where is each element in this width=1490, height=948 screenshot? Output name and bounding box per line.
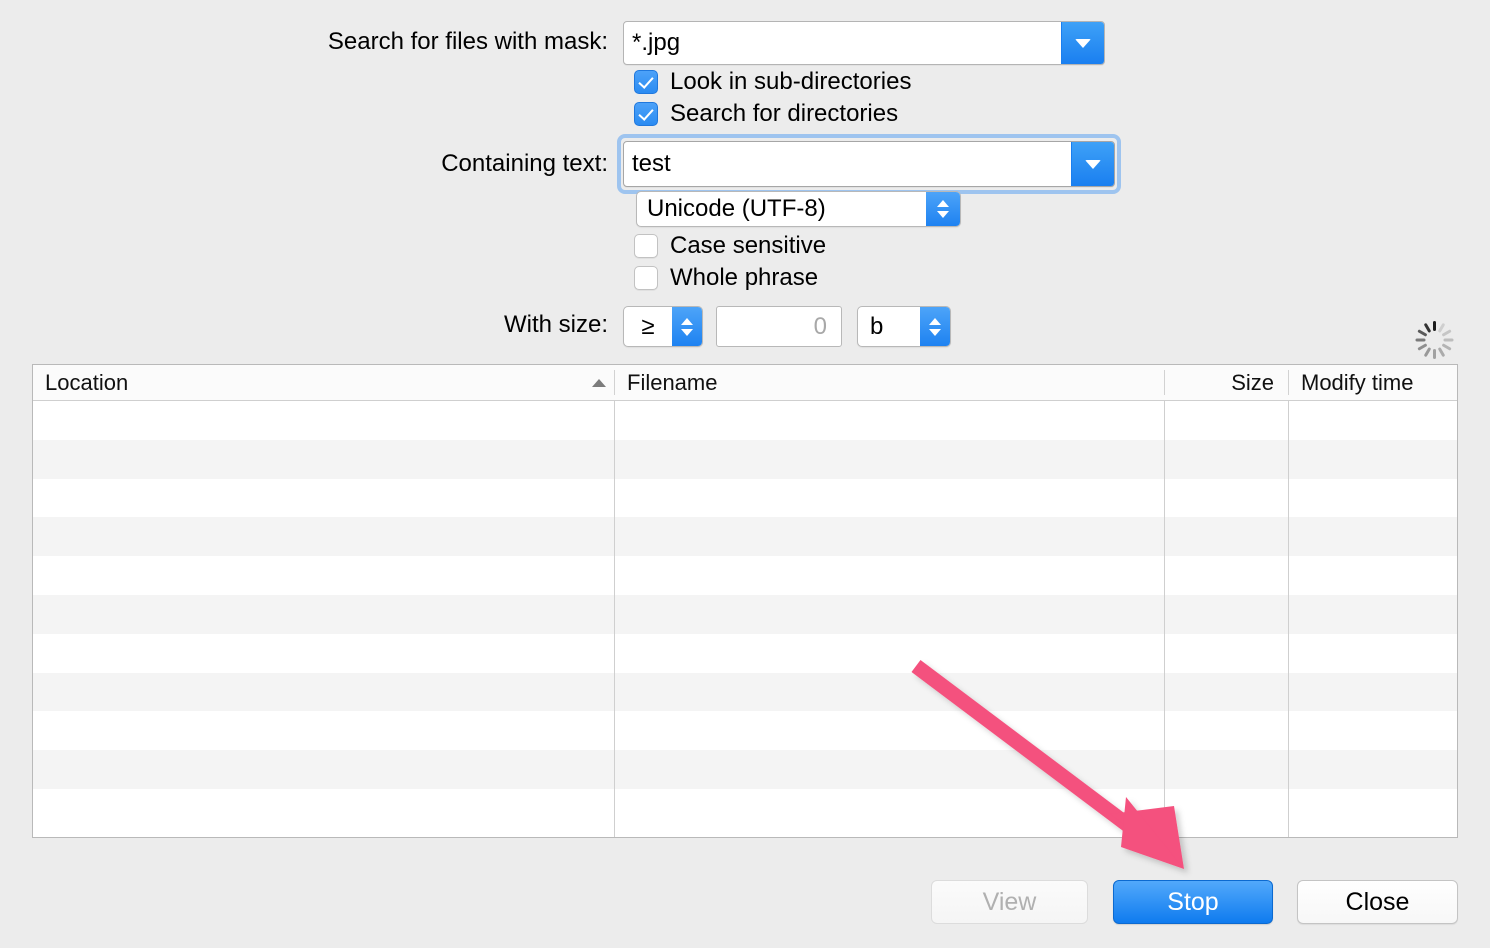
- checkbox-look-in-subdirectories[interactable]: Look in sub-directories: [634, 70, 911, 94]
- table-row[interactable]: [33, 439, 1457, 479]
- encoding-select[interactable]: Unicode (UTF-8): [636, 191, 961, 227]
- column-header-size[interactable]: Size: [1165, 365, 1288, 400]
- table-row[interactable]: [33, 750, 1457, 789]
- chevron-down-icon: [681, 328, 693, 336]
- checkbox-search-for-directories[interactable]: Search for directories: [634, 102, 898, 126]
- results-table[interactable]: Location Filename Size Modify time: [32, 364, 1458, 838]
- checkbox-label: Case sensitive: [670, 232, 827, 259]
- checkbox-whole-phrase[interactable]: Whole phrase: [634, 266, 818, 290]
- chevron-down-icon: [929, 328, 941, 336]
- chevron-down-icon: [937, 211, 949, 218]
- stop-button-label: Stop: [1167, 887, 1219, 916]
- size-label: With size:: [503, 311, 608, 338]
- view-button-label: View: [982, 887, 1037, 916]
- column-header-modify-time[interactable]: Modify time: [1289, 365, 1457, 400]
- mask-dropdown-button[interactable]: [1061, 22, 1104, 64]
- chevron-up-icon: [929, 317, 941, 325]
- chevron-down-icon: [1075, 38, 1091, 48]
- containing-text-row: Containing text:: [280, 152, 608, 176]
- checkbox-case-sensitive[interactable]: Case sensitive: [634, 234, 826, 258]
- size-comparator-select[interactable]: ≥: [623, 306, 703, 347]
- results-table-body[interactable]: [33, 401, 1457, 837]
- column-divider[interactable]: [1164, 401, 1165, 837]
- size-unit-select[interactable]: b: [857, 306, 951, 347]
- table-row[interactable]: [33, 788, 1457, 828]
- table-row[interactable]: [33, 556, 1457, 595]
- column-header-filename[interactable]: Filename: [615, 365, 1164, 400]
- column-header-location[interactable]: Location: [33, 365, 614, 400]
- encoding-stepper[interactable]: [926, 192, 960, 226]
- mask-label: Search for files with mask:: [327, 28, 608, 55]
- results-table-header: Location Filename Size Modify time: [33, 365, 1457, 401]
- size-amount-input[interactable]: 0: [716, 306, 842, 347]
- table-row[interactable]: [33, 672, 1457, 712]
- close-button-label: Close: [1345, 887, 1410, 916]
- chevron-up-icon: [681, 317, 693, 325]
- table-row[interactable]: [33, 401, 1457, 440]
- containing-text-combo[interactable]: test: [623, 141, 1115, 187]
- checkbox-label: Look in sub-directories: [670, 68, 912, 95]
- table-row[interactable]: [33, 478, 1457, 518]
- spinner-icon: [1414, 320, 1454, 360]
- containing-text-label: Containing text:: [441, 150, 608, 177]
- containing-text-dropdown-button[interactable]: [1071, 142, 1114, 186]
- checkbox-label: Search for directories: [670, 100, 899, 127]
- chevron-up-icon: [937, 200, 949, 207]
- column-header-label: Location: [45, 369, 129, 395]
- stop-button[interactable]: Stop: [1113, 880, 1273, 924]
- mask-row: Search for files with mask:: [280, 30, 608, 54]
- table-row[interactable]: [33, 711, 1457, 751]
- column-divider[interactable]: [614, 401, 615, 837]
- table-row[interactable]: [33, 517, 1457, 557]
- mask-combo[interactable]: *.jpg: [623, 21, 1105, 65]
- close-button[interactable]: Close: [1297, 880, 1458, 924]
- column-header-label: Filename: [627, 369, 718, 395]
- size-row: With size:: [280, 313, 608, 337]
- view-button[interactable]: View: [931, 880, 1088, 924]
- size-comparator-value[interactable]: ≥: [624, 307, 672, 346]
- size-unit-value[interactable]: b: [858, 307, 920, 346]
- table-row[interactable]: [33, 594, 1457, 634]
- search-form: Search for files with mask: *.jpg Look i…: [0, 0, 1490, 360]
- size-comparator-stepper[interactable]: [672, 307, 702, 346]
- empty-checkbox-icon[interactable]: [634, 234, 658, 258]
- empty-checkbox-icon[interactable]: [634, 266, 658, 290]
- encoding-value[interactable]: Unicode (UTF-8): [637, 192, 926, 226]
- sort-ascending-icon: [592, 378, 606, 387]
- table-row[interactable]: [33, 633, 1457, 673]
- column-divider[interactable]: [1288, 401, 1289, 837]
- containing-text-input[interactable]: test: [624, 142, 1071, 186]
- column-header-label: Modify time: [1301, 369, 1414, 395]
- checkbox-label: Whole phrase: [670, 264, 819, 291]
- size-unit-stepper[interactable]: [920, 307, 950, 346]
- checkmark-icon[interactable]: [634, 70, 658, 94]
- column-header-label: Size: [1231, 369, 1274, 395]
- chevron-down-icon: [1085, 159, 1101, 169]
- mask-input[interactable]: *.jpg: [624, 22, 1061, 64]
- checkmark-icon[interactable]: [634, 102, 658, 126]
